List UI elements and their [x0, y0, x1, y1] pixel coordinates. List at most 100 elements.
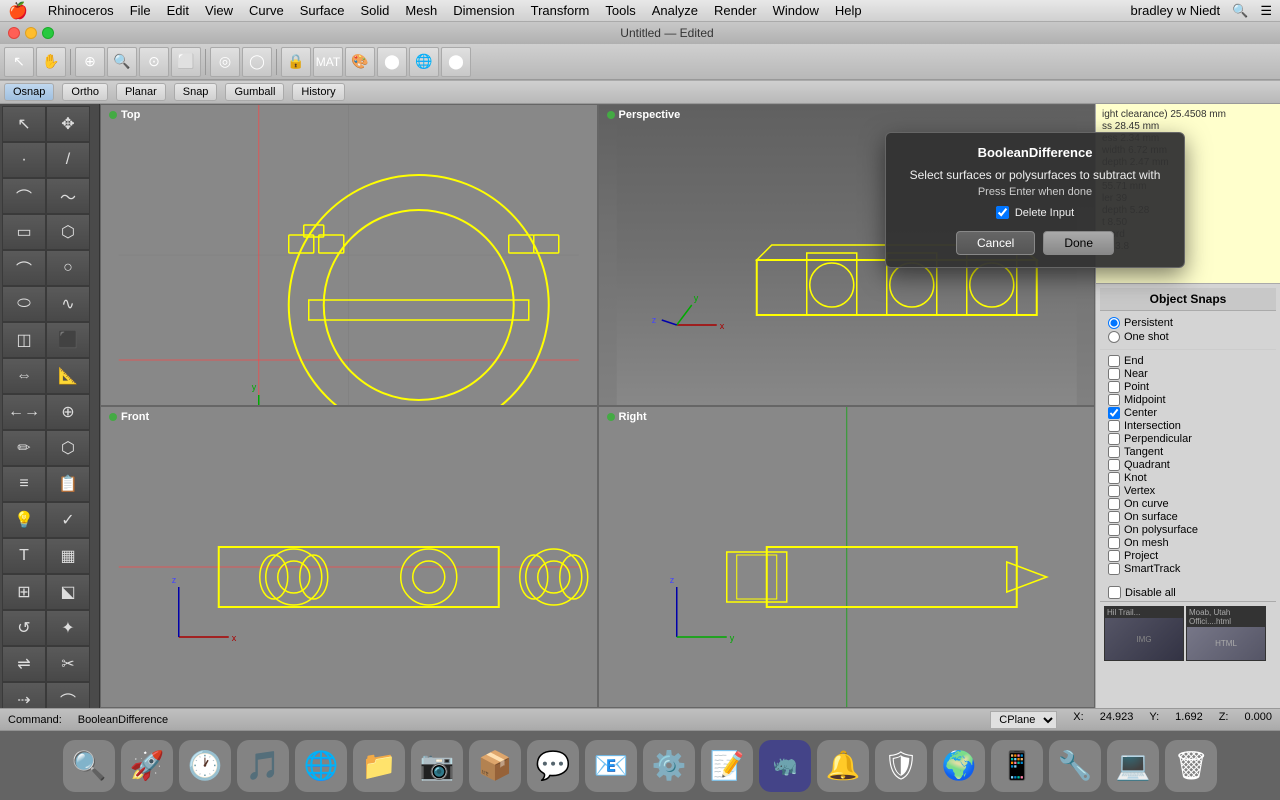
explode-tool[interactable]: ✦	[46, 610, 90, 646]
done-button[interactable]: Done	[1043, 231, 1114, 255]
zoom-selected-tool[interactable]: ⬜	[171, 47, 201, 77]
disable-all-checkbox[interactable]	[1108, 586, 1121, 599]
zoom-window-tool[interactable]: ⊙	[139, 47, 169, 77]
circle-tool[interactable]: ○	[46, 250, 90, 286]
menu-analyze[interactable]: Analyze	[652, 3, 698, 18]
pan-tool[interactable]: ✋	[36, 47, 66, 77]
surface-tool[interactable]: ◫	[2, 322, 46, 358]
dock-settings[interactable]: ⚙️	[643, 740, 695, 792]
ortho-button[interactable]: Ortho	[62, 83, 108, 101]
viewport-front[interactable]: Front	[100, 406, 598, 708]
rotate-tool[interactable]: ◎	[210, 47, 240, 77]
rebuild-tool[interactable]: ↺	[2, 610, 46, 646]
snap-point-checkbox[interactable]	[1108, 381, 1120, 393]
snap-near-checkbox[interactable]	[1108, 368, 1120, 380]
dock-rhino[interactable]: 🦏	[759, 740, 811, 792]
zoom-tool[interactable]: 🔍	[107, 47, 137, 77]
menu-file[interactable]: File	[130, 3, 151, 18]
snap-end-checkbox[interactable]	[1108, 355, 1120, 367]
rectangle-tool[interactable]: ▭	[2, 214, 46, 250]
dock-archive[interactable]: 📦	[469, 740, 521, 792]
menu-transform[interactable]: Transform	[531, 3, 590, 18]
snap-on-mesh-checkbox[interactable]	[1108, 537, 1120, 549]
snap-knot-checkbox[interactable]	[1108, 472, 1120, 484]
persistent-radio[interactable]	[1108, 317, 1120, 329]
zoom-extents-tool[interactable]: ⊕	[75, 47, 105, 77]
dock-launchpad[interactable]: 🚀	[121, 740, 173, 792]
menu-tools[interactable]: Tools	[605, 3, 635, 18]
select-tool[interactable]: ↖	[4, 47, 34, 77]
arc-tool[interactable]: ⌒	[2, 250, 46, 286]
one-shot-radio[interactable]	[1108, 331, 1120, 343]
dock-notifications[interactable]: 🔔	[817, 740, 869, 792]
dock-maps[interactable]: 🌍	[933, 740, 985, 792]
gumball-button[interactable]: Gumball	[225, 83, 284, 101]
dock-files[interactable]: 📁	[353, 740, 405, 792]
hatch-tool[interactable]: ▦	[46, 538, 90, 574]
maximize-button[interactable]	[42, 27, 54, 39]
viewport-top[interactable]: Top x y	[100, 104, 598, 406]
viewport-tool[interactable]: ⬤	[441, 47, 471, 77]
cage-tool[interactable]: ⬕	[46, 574, 90, 610]
dock-music[interactable]: 🎵	[237, 740, 289, 792]
dock-finder[interactable]: 🔍	[63, 740, 115, 792]
dim-tool[interactable]: ←→	[2, 394, 46, 430]
dock-clock[interactable]: 🕐	[179, 740, 231, 792]
menu-curve[interactable]: Curve	[249, 3, 284, 18]
select-objects-tool[interactable]: ↖	[2, 106, 46, 142]
menu-surface[interactable]: Surface	[300, 3, 345, 18]
dock-trash[interactable]: 🗑	[1165, 740, 1217, 792]
shading-tool[interactable]: 🌐	[409, 47, 439, 77]
snap-perpendicular-checkbox[interactable]	[1108, 433, 1120, 445]
menu-render[interactable]: Render	[714, 3, 757, 18]
snap-midpoint-checkbox[interactable]	[1108, 394, 1120, 406]
freeform-tool[interactable]: 〜	[46, 178, 90, 214]
spline-tool[interactable]: ∿	[46, 286, 90, 322]
dock-notes[interactable]: 📝	[701, 740, 753, 792]
props-tool[interactable]: 📋	[46, 466, 90, 502]
polyline-tool[interactable]: ⌒	[2, 178, 46, 214]
osnap-button[interactable]: Osnap	[4, 83, 54, 101]
history-button[interactable]: History	[292, 83, 344, 101]
transform-tool[interactable]: ⇔	[2, 358, 46, 394]
solid-tool[interactable]: ⬛	[46, 322, 90, 358]
menu-help[interactable]: Help	[835, 3, 862, 18]
dock-mobile[interactable]: 📱	[991, 740, 1043, 792]
thumbnail-2[interactable]: Moab, Utah Offici....html HTML	[1186, 606, 1266, 661]
snap-on-surface-checkbox[interactable]	[1108, 511, 1120, 523]
snap-vertex-checkbox[interactable]	[1108, 485, 1120, 497]
mesh-tool[interactable]: ⬡	[46, 430, 90, 466]
layer-tool[interactable]: ≡	[2, 466, 46, 502]
point-tool[interactable]: ·	[2, 142, 46, 178]
join-tool[interactable]: ⇌	[2, 646, 46, 682]
snap-tangent-checkbox[interactable]	[1108, 446, 1120, 458]
analyze-tool[interactable]: 📐	[46, 358, 90, 394]
menu-extra-icon[interactable]: ☰	[1260, 3, 1272, 19]
trim-tool[interactable]: ✂	[46, 646, 90, 682]
menu-view[interactable]: View	[205, 3, 233, 18]
material-tool[interactable]: MAT	[313, 47, 343, 77]
snap-intersection-checkbox[interactable]	[1108, 420, 1120, 432]
dock-tools[interactable]: 🔧	[1049, 740, 1101, 792]
cancel-button[interactable]: Cancel	[956, 231, 1035, 255]
snap-on-curve-checkbox[interactable]	[1108, 498, 1120, 510]
move-tool[interactable]: ✥	[46, 106, 90, 142]
fillet-tool[interactable]: ⌒	[46, 682, 90, 708]
snap-project-checkbox[interactable]	[1108, 550, 1120, 562]
extend-tool[interactable]: ⇢	[2, 682, 46, 708]
apple-menu[interactable]: 🍎	[8, 1, 28, 21]
snap-tool[interactable]: ✓	[46, 502, 90, 538]
render-tool[interactable]: 💡	[2, 502, 46, 538]
close-button[interactable]	[8, 27, 20, 39]
search-icon[interactable]: 🔍	[1232, 3, 1248, 19]
minimize-button[interactable]	[25, 27, 37, 39]
line-tool[interactable]: /	[46, 142, 90, 178]
dock-safari[interactable]: 🌐	[295, 740, 347, 792]
menu-dimension[interactable]: Dimension	[453, 3, 514, 18]
menu-rhinoceros[interactable]: Rhinoceros	[48, 3, 114, 18]
ellipse-tool[interactable]: ⬭	[2, 286, 46, 322]
menu-solid[interactable]: Solid	[361, 3, 390, 18]
dock-security[interactable]: 🛡	[875, 740, 927, 792]
lock-tool[interactable]: 🔒	[281, 47, 311, 77]
dock-messages[interactable]: 💬	[527, 740, 579, 792]
